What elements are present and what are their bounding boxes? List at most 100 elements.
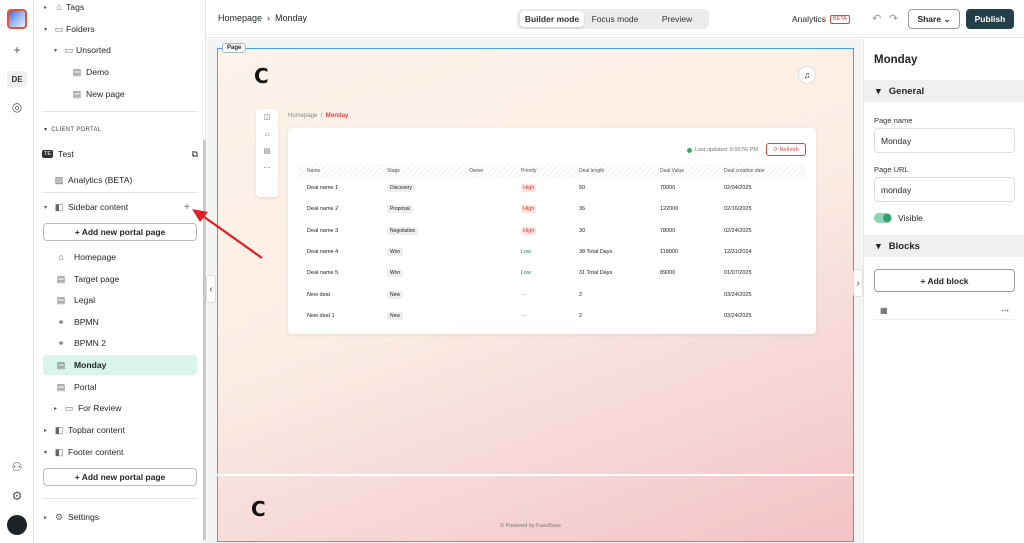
page-url-field[interactable]: monday (874, 177, 1015, 202)
table-cell-length: 36 (579, 206, 585, 212)
sidebar-item-analytics[interactable]: ▨ Analytics (BETA) (52, 171, 133, 189)
sidebar-item-bpmn[interactable]: ⚭ BPMN (54, 313, 99, 331)
block-item[interactable]: ▦ ⋯ (874, 302, 1015, 320)
sidebar-item-label: Demo (86, 67, 109, 77)
sidebar-item-bpmn-2[interactable]: ⚭ BPMN 2 (54, 334, 106, 352)
table-row[interactable]: Deal name 4 Won Low 38 Total Days 118000 12/3… (298, 242, 806, 263)
sidebar-item-topbar-content[interactable]: ▸ ◧ Topbar content (44, 421, 125, 439)
cell-text: Low (521, 248, 532, 255)
avatar[interactable] (7, 515, 27, 535)
cell-text: New deal 1 (307, 312, 335, 319)
sidebar-item-for-review[interactable]: ▸ ▭ For Review (54, 399, 121, 417)
chevron-right-icon: ▸ (54, 405, 58, 412)
sidebar-item-folders[interactable]: ▾ ▭ Folders (44, 20, 95, 38)
tab-focus-mode[interactable]: Focus mode (584, 11, 646, 27)
cell-text: Won (387, 269, 404, 278)
add-portal-page-button[interactable]: + Add new portal page (43, 468, 197, 486)
portal-test[interactable]: TE Test ⧉ (42, 145, 198, 163)
sidebar-item-monday[interactable]: ▤ Monday (43, 355, 197, 375)
sidebar-item-legal[interactable]: ▤ Legal (54, 291, 95, 309)
sidebar-item-target-page[interactable]: ▤ Target page (54, 270, 120, 288)
page-icon: ▤ (56, 294, 66, 305)
analytics-link[interactable]: Analytics BETA (792, 14, 850, 24)
table-row[interactable]: Deal name 2 Proposal High 36 122000 02/16/202… (298, 199, 806, 220)
sidebar-item-homepage[interactable]: ⌂ Homepage (54, 248, 116, 266)
database-icon[interactable]: ◫ (256, 109, 278, 126)
deals-table-card: Last updated: 6:00:56 PM ⟳ Refresh Name … (288, 128, 816, 334)
eye-off-icon[interactable]: ◎ (9, 99, 25, 115)
sidebar-item-unsorted[interactable]: ▾ ▭ Unsorted (54, 41, 111, 59)
table-cell-date: 03/24/2025 (724, 313, 752, 319)
chevron-down-icon: ▾ (44, 26, 48, 33)
more-icon[interactable]: ⋯ (1001, 306, 1009, 315)
users-icon[interactable]: ⚇ (9, 459, 25, 475)
annotation-arrow (192, 209, 263, 259)
table-cell-length: 38 Total Days (579, 249, 612, 255)
table-row[interactable]: Deal name 3 Negotiation High 30 78000 02/24/2… (298, 221, 806, 242)
powered-by: © Powered by FuseBase (500, 523, 561, 529)
sidebar-item-demo[interactable]: ▤ Demo (70, 63, 109, 81)
redo-icon[interactable]: ↷ (889, 12, 898, 25)
page-icon: ▤ (72, 88, 82, 99)
external-link-icon[interactable]: ⧉ (192, 149, 198, 160)
add-portal-page-button[interactable]: + Add new portal page (43, 223, 197, 241)
sidebar-item-settings[interactable]: ▸ ⚙ Settings (44, 508, 99, 526)
cell-text: Deal name 4 (307, 248, 339, 255)
sidebar: ▸ ⌂ Tags ▾ ▭ Folders ▾ ▭ Unsorted ▤ Demo… (34, 0, 206, 543)
table-cell-name: New deal 1 (307, 313, 335, 319)
sidebar-item-label: Legal (74, 295, 96, 305)
collapse-right-handle[interactable]: › (853, 269, 863, 297)
page-name-field[interactable]: Monday (874, 128, 1015, 153)
chevron-down-icon: ▾ (54, 47, 58, 54)
portal-breadcrumb-home[interactable]: Homepage (288, 113, 317, 119)
add-block-button[interactable]: + Add block (874, 269, 1015, 292)
cell-text: High (521, 205, 537, 214)
bell-icon[interactable]: ♫ (798, 66, 816, 84)
home-icon: ⌂ (58, 252, 64, 262)
sidebar-item-footer-content[interactable]: ▾ ◧ Footer content (44, 443, 123, 461)
tab-builder-mode[interactable]: Builder mode (520, 11, 584, 27)
collapse-left-handle[interactable]: ‹ (206, 275, 216, 303)
client-portal-section[interactable]: ▾ CLIENT PORTAL (44, 126, 102, 133)
cell-text: 02/04/2025 (724, 185, 752, 191)
workspace-logo[interactable] (7, 9, 27, 29)
table-cell-date: 12/31/2024 (724, 249, 752, 255)
cell-text: New (387, 311, 404, 320)
refresh-button[interactable]: ⟳ Refresh (766, 143, 806, 156)
tab-preview[interactable]: Preview (648, 11, 706, 27)
table-row[interactable]: Deal name 5 Won Low 31 Total Days 89000 01/07… (298, 263, 806, 284)
divider (42, 111, 198, 112)
table-row[interactable]: New deal New — 2 03/24/2025 (298, 285, 806, 306)
publish-button[interactable]: Publish (966, 9, 1014, 29)
visible-toggle[interactable] (874, 213, 892, 223)
column-header: Priority (521, 168, 537, 174)
sidebar-item-portal[interactable]: ▤ Portal (54, 378, 97, 396)
table-row[interactable]: New deal 1 New — 2 03/24/2025 (298, 306, 806, 327)
section-title: General (888, 85, 925, 97)
panel-title: Monday (874, 54, 918, 66)
page-icon[interactable]: ▤ (256, 143, 278, 160)
blocks-section-header[interactable]: ▾ Blocks (864, 235, 1024, 257)
share-button[interactable]: Share ⌄ (908, 9, 960, 29)
general-section-header[interactable]: ▾ General (864, 80, 1024, 102)
footer-logo: C (251, 497, 266, 521)
workspace-switch[interactable]: DE (7, 71, 27, 87)
undo-icon[interactable]: ↶ (872, 12, 881, 25)
more-icon[interactable]: ⋯ (256, 160, 278, 177)
chevron-down-icon: ▾ (44, 204, 48, 211)
table-row[interactable]: Deal name 1 Discovery High 50 70000 02/04/202… (298, 178, 806, 199)
breadcrumb-home[interactable]: Homepage (218, 13, 262, 23)
plus-icon[interactable]: + (9, 42, 25, 58)
chevron-down-icon: ▾ (44, 449, 48, 456)
sidebar-item-sidebar-content[interactable]: ▾ ◧ Sidebar content + (44, 198, 190, 216)
page-icon: ▤ (72, 66, 82, 77)
app-rail: + DE ◎ ⚇ ⚙ (0, 0, 34, 543)
portal-breadcrumb-current: Monday (325, 113, 349, 119)
sidebar-item-label: Homepage (74, 252, 117, 262)
column-header: Stage (387, 168, 401, 174)
sidebar-item-new-page[interactable]: ▤ New page (70, 85, 125, 103)
home-icon[interactable]: ⌂ (256, 126, 278, 143)
sidebar-item-label: Tags (66, 2, 85, 12)
sidebar-item-tags[interactable]: ▸ ⌂ Tags (44, 0, 84, 16)
gear-icon[interactable]: ⚙ (9, 488, 25, 504)
